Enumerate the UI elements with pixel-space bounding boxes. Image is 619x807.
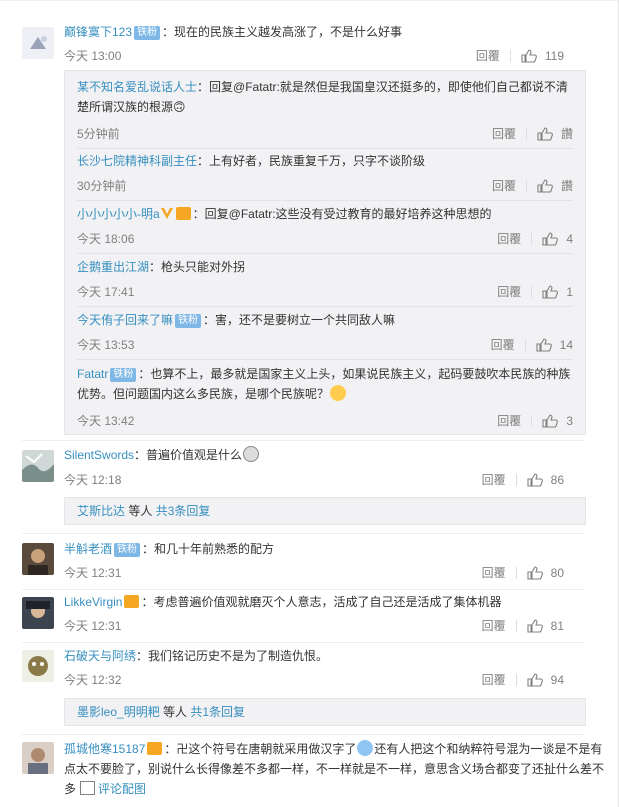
like-count: 4 <box>566 231 573 246</box>
comment-text: ：我们铭记历史不是为了制造仇恨。 <box>136 649 329 663</box>
avatar[interactable] <box>22 597 54 629</box>
like-icon[interactable] <box>527 618 543 633</box>
avatar[interactable] <box>22 450 54 482</box>
avatar[interactable] <box>22 650 54 682</box>
reply-button[interactable]: 回覆 <box>497 412 521 429</box>
reply-button[interactable]: 回覆 <box>482 671 506 688</box>
like-count: 3 <box>566 413 573 428</box>
like-count: 86 <box>550 472 564 487</box>
username[interactable]: 半斛老酒 <box>64 542 112 556</box>
comment-time: 今天 12:31 <box>64 566 122 580</box>
like-count: 1 <box>566 284 573 299</box>
like-icon[interactable] <box>542 284 559 299</box>
like-count: 81 <box>550 618 564 633</box>
reply-username[interactable]: 某不知名爱乱说话人士 <box>77 80 197 94</box>
reply-item: Fatatr 铁粉 ：也算不上，最多就是国家主义上头，如果说民族主义，起码要鼓吹本民… <box>77 364 573 429</box>
more-replies-link[interactable]: 艾斯比达 等人 共3条回复 <box>64 497 586 525</box>
reply-button[interactable]: 回覆 <box>482 564 506 581</box>
reply-time: 今天 13:53 <box>77 338 135 352</box>
reply-username[interactable]: 企鹅重出江湖 <box>77 260 149 274</box>
like-icon[interactable] <box>527 565 543 580</box>
fan-badge: 铁粉 <box>134 26 161 40</box>
vip-icon <box>160 206 174 220</box>
reply-time: 5分钟前 <box>77 127 120 141</box>
reply-button[interactable]: 回覆 <box>492 177 516 194</box>
reply-time: 今天 18:06 <box>77 232 135 246</box>
image-icon <box>80 781 96 795</box>
fan-badge: 铁粉 <box>110 368 137 382</box>
reply-button[interactable]: 回覆 <box>476 47 500 64</box>
comment-text: ：卍这个符号在唐朝就采用做汉字了 <box>164 742 357 756</box>
reply-text: ：枪头只能对外拐 <box>149 260 246 274</box>
like-icon[interactable] <box>542 413 559 428</box>
username[interactable]: LikkeVirgin <box>64 595 122 609</box>
reply-button[interactable]: 回覆 <box>491 336 515 353</box>
comment-text: ：现在的民族主义越发高涨了，不是什么好事 <box>162 25 403 39</box>
crying-emoji-icon <box>243 446 260 462</box>
reply-button[interactable]: 回覆 <box>482 471 506 488</box>
reply-button[interactable]: 回覆 <box>482 617 506 634</box>
reply-username[interactable]: 长沙七院精神科副主任 <box>77 154 197 168</box>
level-icon <box>124 595 140 608</box>
reply-time: 今天 13:42 <box>77 414 135 428</box>
more-replies-link[interactable]: 墨影leo_明明粑 等人 共1条回复 <box>64 698 586 726</box>
fan-badge: 铁粉 <box>114 543 141 557</box>
reply-text: ：上有好者，民族重复千万，只字不谈阶级 <box>197 154 426 168</box>
reply-text: ：害，还不是要树立一个共同敌人嘛 <box>203 313 396 327</box>
level-icon <box>175 207 191 220</box>
comment-text: ：普遍价值观是什么 <box>134 448 243 462</box>
reply-item: 小小小小小-明a ：回复@Fatatr:这些没有受过教育的最好培养这种思想的 今天… <box>77 204 573 254</box>
username[interactable]: 石破天与阿绣 <box>64 649 136 663</box>
reply-time: 今天 17:41 <box>77 285 135 299</box>
reply-list: 某不知名爱乱说话人士：回复@Fatatr:就是然但是我国皇汉还挺多的，即使他们自… <box>64 70 586 435</box>
username[interactable]: SilentSwords <box>64 448 134 462</box>
reply-item: 长沙七院精神科副主任：上有好者，民族重复千万，只字不谈阶级 30分钟前 回覆 讚 <box>77 151 573 201</box>
like-icon[interactable] <box>527 672 543 687</box>
reply-username[interactable]: Fatatr <box>77 367 108 381</box>
like-icon[interactable] <box>521 48 537 63</box>
comment-time: 今天 12:32 <box>64 673 122 687</box>
like-count: 讚 <box>560 127 573 141</box>
avatar[interactable] <box>22 742 54 774</box>
sweat-smile-emoji-icon <box>330 385 347 401</box>
comment-time: 今天 12:31 <box>64 619 122 633</box>
username[interactable]: 孤城他寒15187 <box>64 742 145 756</box>
like-icon[interactable] <box>537 178 553 193</box>
comment-text: ：考虑普遍价值观就磨灭个人意志，活成了自己还是活成了集体机器 <box>141 595 502 609</box>
like-count: 14 <box>559 337 573 352</box>
reply-button[interactable]: 回覆 <box>497 283 521 300</box>
dizzy-emoji-icon <box>357 740 374 756</box>
like-count: 119 <box>544 48 564 63</box>
avatar[interactable] <box>22 27 54 59</box>
like-icon[interactable] <box>542 231 559 246</box>
reply-button[interactable]: 回覆 <box>497 230 521 247</box>
like-count: 80 <box>550 565 564 580</box>
like-icon[interactable] <box>536 337 552 352</box>
fan-badge: 铁粉 <box>175 314 202 328</box>
like-count: 94 <box>550 672 564 687</box>
reply-button[interactable]: 回覆 <box>492 125 516 142</box>
reply-username[interactable]: 今天侑子回来了嘛 <box>77 313 173 327</box>
reply-item: 企鹅重出江湖：枪头只能对外拐 今天 17:41 回覆 1 <box>77 257 573 307</box>
avatar[interactable] <box>22 543 54 575</box>
like-icon[interactable] <box>537 126 553 141</box>
reply-username[interactable]: 小小小小小-明a <box>77 207 160 221</box>
comment-image-link[interactable]: 评论配图 <box>98 782 146 796</box>
reply-item: 今天侑子回来了嘛 铁粉 ：害，还不是要树立一个共同敌人嘛 今天 13:53 回覆 14 <box>77 310 573 360</box>
reply-time: 30分钟前 <box>77 179 127 193</box>
like-icon[interactable] <box>527 472 543 487</box>
comment-time: 今天 13:00 <box>64 49 122 63</box>
comment-text: ：和几十年前熟悉的配方 <box>142 542 275 556</box>
like-count: 讚 <box>560 179 573 193</box>
reply-item: 某不知名爱乱说话人士：回复@Fatatr:就是然但是我国皇汉还挺多的，即使他们自… <box>77 77 573 149</box>
comment-time: 今天 12:18 <box>64 473 122 487</box>
reply-text: ：回复@Fatatr:这些没有受过教育的最好培养这种思想的 <box>192 207 492 221</box>
username[interactable]: 巅锋寞下123 <box>64 25 132 39</box>
reply-text: ：也算不上，最多就是国家主义上头，如果说民族主义，起码要鼓吹本民族的种族优势。但… <box>77 367 571 401</box>
level-icon <box>147 742 163 755</box>
